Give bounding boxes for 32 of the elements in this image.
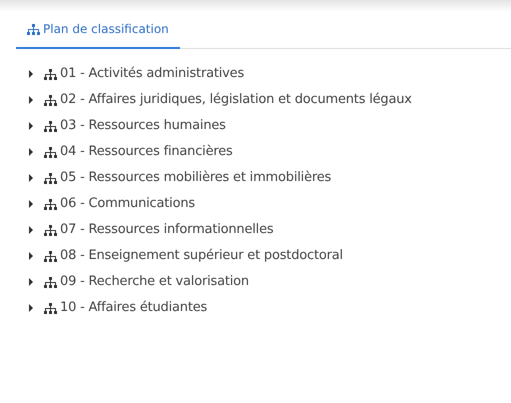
sitemap-icon	[44, 250, 57, 262]
sitemap-icon	[44, 198, 57, 210]
sitemap-icon	[44, 172, 57, 184]
caret-right-icon[interactable]	[28, 96, 34, 104]
sitemap-icon	[44, 146, 57, 158]
sitemap-icon	[27, 24, 40, 34]
tree-item[interactable]: 04 - Ressources financières	[28, 143, 511, 161]
caret-right-icon[interactable]	[28, 200, 34, 208]
tree-item[interactable]: 01 - Activités administratives	[28, 65, 511, 83]
caret-right-icon[interactable]	[28, 278, 34, 286]
caret-right-icon[interactable]	[28, 304, 34, 312]
tree-item[interactable]: 10 - Affaires étudiantes	[28, 299, 511, 317]
sitemap-icon	[44, 224, 57, 236]
sitemap-icon	[44, 94, 57, 106]
caret-right-icon[interactable]	[28, 70, 34, 78]
tree-item[interactable]: 09 - Recherche et valorisation	[28, 273, 511, 291]
sitemap-icon	[44, 120, 57, 132]
sitemap-icon	[44, 68, 57, 80]
tree-item[interactable]: 03 - Ressources humaines	[28, 117, 511, 135]
tab[interactable]: Plan de classification	[16, 18, 180, 49]
tree-item[interactable]: 08 - Enseignement supérieur et postdoctoral	[28, 247, 511, 265]
caret-right-icon[interactable]	[28, 252, 34, 260]
sitemap-icon	[44, 302, 57, 314]
sitemap-icon	[44, 276, 57, 288]
tree-item[interactable]: 06 - Communications	[28, 195, 511, 213]
tree-item[interactable]: 05 - Ressources mobilières et immobilières	[28, 169, 511, 187]
caret-right-icon[interactable]	[28, 148, 34, 156]
caret-right-icon[interactable]	[28, 226, 34, 234]
caret-right-icon[interactable]	[28, 122, 34, 130]
tree-item[interactable]: 07 - Ressources informationnelles	[28, 221, 511, 239]
caret-right-icon[interactable]	[28, 174, 34, 182]
tree-item[interactable]: 02 - Affaires juridiques, législation et documents légaux	[28, 91, 511, 109]
